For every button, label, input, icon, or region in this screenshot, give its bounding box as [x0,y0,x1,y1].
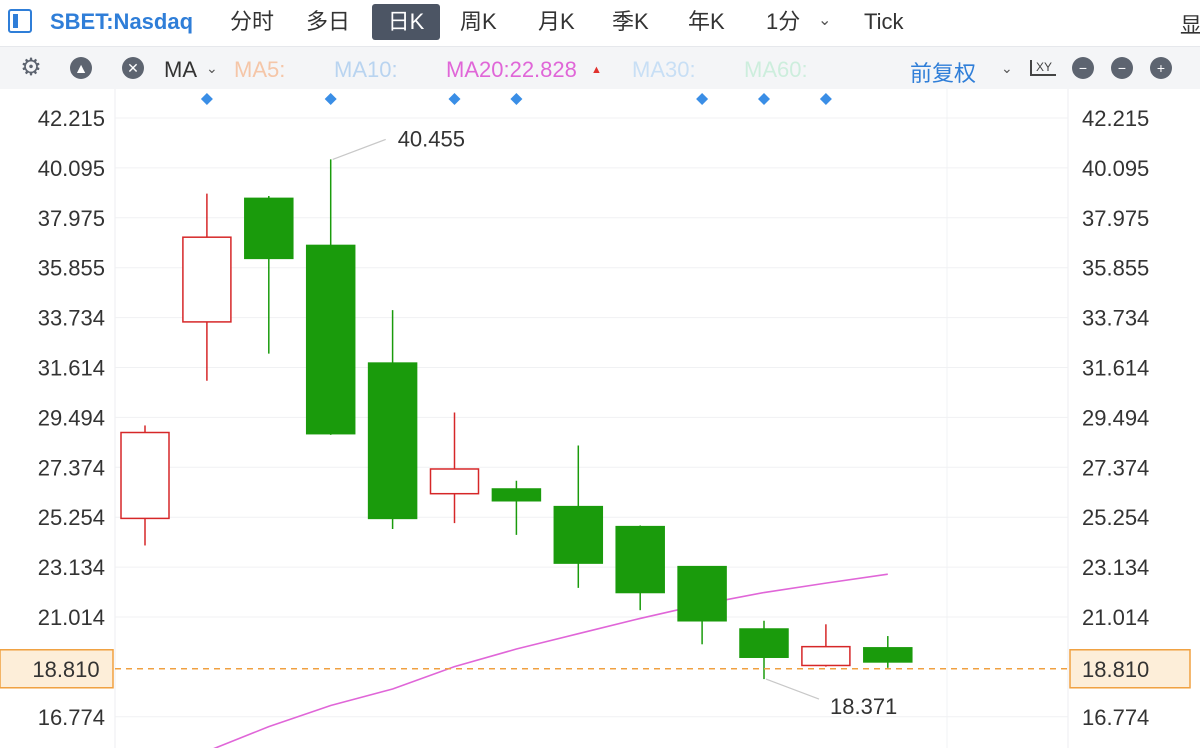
high-annotation-label: 40.455 [398,126,465,151]
current-price-label-right: 18.810 [1082,657,1149,682]
event-marker-diamond [510,93,523,105]
y-tick-label-right: 33.734 [1082,306,1149,331]
y-tick-label-left: 42.215 [38,106,105,131]
y-tick-label-left: 35.855 [38,256,105,281]
candle-body [244,197,294,260]
y-tick-label-left: 37.975 [38,206,105,231]
tab-yearly-k[interactable]: 年K [680,4,733,40]
chevron-down-icon[interactable]: ⌄ [1001,60,1013,77]
y-tick-label-right: 16.774 [1082,705,1149,730]
y-tick-label-right: 25.254 [1082,505,1149,530]
annotation-leader [332,138,386,160]
indicator-toolbar: ⚙ ▲ ✕ MA ⌄ MA5: MA10: MA20:22.828 ▲ MA30… [0,47,1200,89]
event-marker-diamond [324,93,337,105]
y-tick-label-left: 29.494 [38,405,105,430]
ma30-legend: MA30: [632,57,696,82]
y-tick-label-right: 35.855 [1082,256,1149,281]
gear-icon[interactable]: ⚙ [20,56,42,80]
candle [244,196,294,354]
event-marker-diamond [448,93,461,105]
y-tick-label-left: 40.095 [38,156,105,181]
chevron-down-icon[interactable]: ⌄ [818,10,831,30]
candle [491,480,542,535]
candle-body [553,505,604,564]
candle [739,620,789,680]
candle-body [863,647,913,663]
y-tick-label-right: 42.215 [1082,106,1149,131]
xy-axis-icon[interactable]: XY [1030,60,1057,76]
triangle-up-icon[interactable]: ▲ [70,57,92,79]
candle [120,425,170,546]
ma10-legend: MA10: [334,57,398,82]
candle [367,310,418,529]
y-tick-label-right: 37.975 [1082,206,1149,231]
candle [182,193,232,381]
current-price-label-left: 18.810 [32,657,99,682]
candle-body [615,525,665,594]
zoom-out-icon[interactable]: − [1072,57,1094,79]
y-tick-label-left: 23.134 [38,555,105,580]
y-tick-label-left: 27.374 [38,455,105,480]
chevron-down-icon[interactable]: ⌄ [206,60,218,77]
candle [677,565,727,645]
candle-body [801,645,851,667]
event-marker-diamond [758,93,770,105]
low-annotation-label: 18.371 [830,694,897,719]
event-marker-diamond [696,93,709,105]
y-tick-label-right: 31.614 [1082,356,1149,381]
candle-body [491,488,542,502]
ma20-legend: MA20:22.828 [446,57,577,82]
candle [801,624,851,667]
display-menu-label[interactable]: 显 [1180,8,1200,40]
candle [305,159,356,435]
sidebar-toggle-icon[interactable] [8,9,32,33]
y-tick-label-left: 31.614 [38,356,105,381]
tab-1-minute[interactable]: 1分 [758,4,808,40]
candle [863,636,913,668]
tab-monthly-k[interactable]: 月K [530,4,583,40]
candle [429,412,480,524]
y-tick-label-right: 29.494 [1082,405,1149,430]
candle [615,525,665,611]
event-marker-diamond [200,93,213,105]
price-adjust-select[interactable]: 前复权 [910,56,976,88]
annotation-leader [765,678,820,700]
y-tick-label-left: 25.254 [38,505,105,530]
ma5-legend: MA5: [234,57,286,82]
zoom-out-alt-icon[interactable]: − [1111,57,1133,79]
y-tick-label-right: 23.134 [1082,555,1149,580]
y-tick-label-right: 27.374 [1082,455,1149,480]
zoom-in-icon[interactable]: + [1150,57,1172,79]
y-tick-label-right: 40.095 [1082,156,1149,181]
ma60-legend: MA60: [744,57,808,82]
candle-body [120,431,170,520]
y-tick-label-right: 21.014 [1082,605,1149,630]
candle-body [429,468,480,495]
tab-multi-day[interactable]: 多日 [298,4,358,40]
indicator-select[interactable]: MA [164,57,197,83]
candlestick-chart[interactable]: 42.215 42.215 40.095 40.095 37.975 37.975 35.8… [0,89,1200,748]
symbol-title: SBET:Nasdaq [50,9,194,34]
tab-quarterly-k[interactable]: 季K [604,4,657,40]
ma20-up-arrow-icon: ▲ [591,64,602,76]
close-icon[interactable]: ✕ [122,57,144,79]
candle-body [182,236,232,323]
ma20-line [213,573,888,748]
tab-intraday[interactable]: 分时 [222,4,282,40]
top-tab-bar: SBET:Nasdaq 分时 多日 日K 周K 月K 季K 年K 1分 ⌄ Ti… [0,0,1200,47]
event-marker-diamond [819,93,832,105]
y-tick-label-left: 16.774 [38,705,105,730]
candle-body [739,628,789,658]
candle-body [367,362,418,520]
candle-body [305,244,356,435]
tab-weekly-k[interactable]: 周K [452,4,505,40]
y-tick-label-left: 33.734 [38,306,105,331]
y-tick-label-left: 21.014 [38,605,105,630]
tab-tick[interactable]: Tick [856,4,912,40]
candle-body [677,565,727,622]
tab-daily-k[interactable]: 日K [372,4,440,40]
